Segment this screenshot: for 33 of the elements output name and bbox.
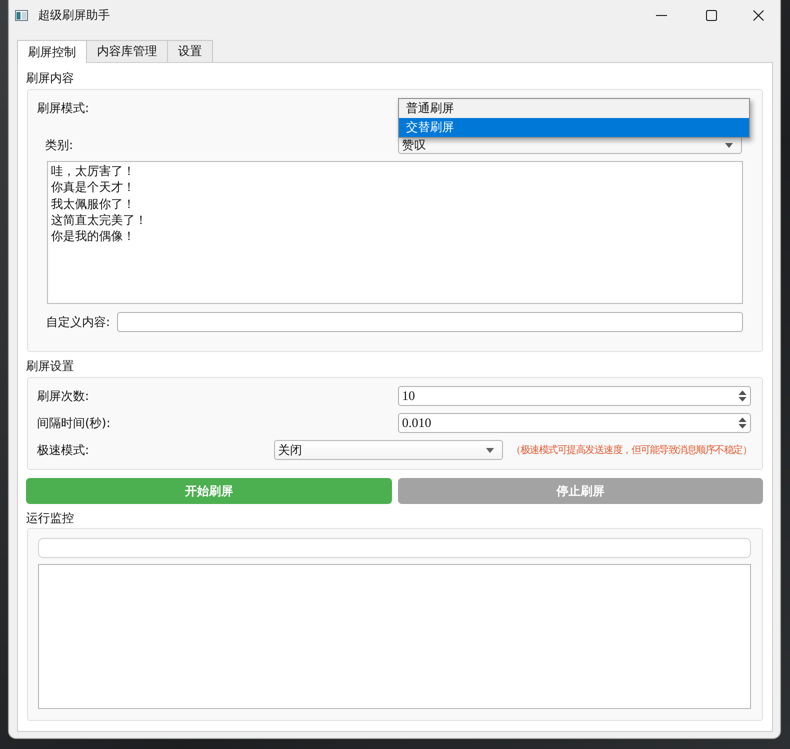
message-line: 你是我的偶像！ <box>51 228 135 244</box>
dropdown-option[interactable]: 交替刷屏 <box>399 118 749 137</box>
count-spinbox[interactable]: 10 <box>398 386 751 406</box>
section-title: 运行监控 <box>26 510 74 526</box>
field-label: 间隔时间(秒): <box>37 414 112 432</box>
custom-content-input[interactable] <box>117 312 743 332</box>
spin-arrows-icon[interactable] <box>738 417 747 429</box>
tab[interactable]: 内容库管理 <box>86 40 168 62</box>
message-line: 哇，太厉害了！ <box>51 163 135 180</box>
tab[interactable]: 刷屏控制 <box>17 40 87 63</box>
maximize-icon <box>706 10 716 21</box>
app-window-icon <box>15 10 28 21</box>
field-label: 极速模式: <box>37 442 90 458</box>
message-line: 我太佩服你了！ <box>51 196 135 212</box>
field-label: 刷屏次数: <box>37 388 90 404</box>
messages-text-area[interactable]: 哇，太厉害了！ 你真是个天才！ 我太佩服你了！ 这简直太完美了！ 你是我的偶像！ <box>47 161 743 304</box>
dropdown-option[interactable]: 普通刷屏 <box>399 99 749 118</box>
field-label: 自定义内容: <box>46 314 112 330</box>
window-title: 超级刷屏助手 <box>38 7 110 24</box>
close-icon <box>752 10 764 21</box>
section-title: 刷屏设置 <box>26 358 74 374</box>
field-label: 类别: <box>45 136 74 154</box>
message-line: 这简直太完美了！ <box>51 212 147 228</box>
turbo-mode-dropdown[interactable]: 关闭 <box>274 440 503 460</box>
caret-icon <box>486 448 494 452</box>
section-title: 刷屏内容 <box>26 70 74 86</box>
caret-icon <box>725 142 733 148</box>
interval-spinbox[interactable]: 0.010 <box>398 413 751 433</box>
message-line: 你真是个天才！ <box>51 179 135 196</box>
field-label: 刷屏模式: <box>36 100 90 116</box>
spin-arrows-icon[interactable] <box>738 390 747 402</box>
hint-text: （极速模式可提高发送速度，但可能导致消息顺序不稳定） <box>511 444 752 457</box>
tab[interactable]: 设置 <box>167 40 213 62</box>
